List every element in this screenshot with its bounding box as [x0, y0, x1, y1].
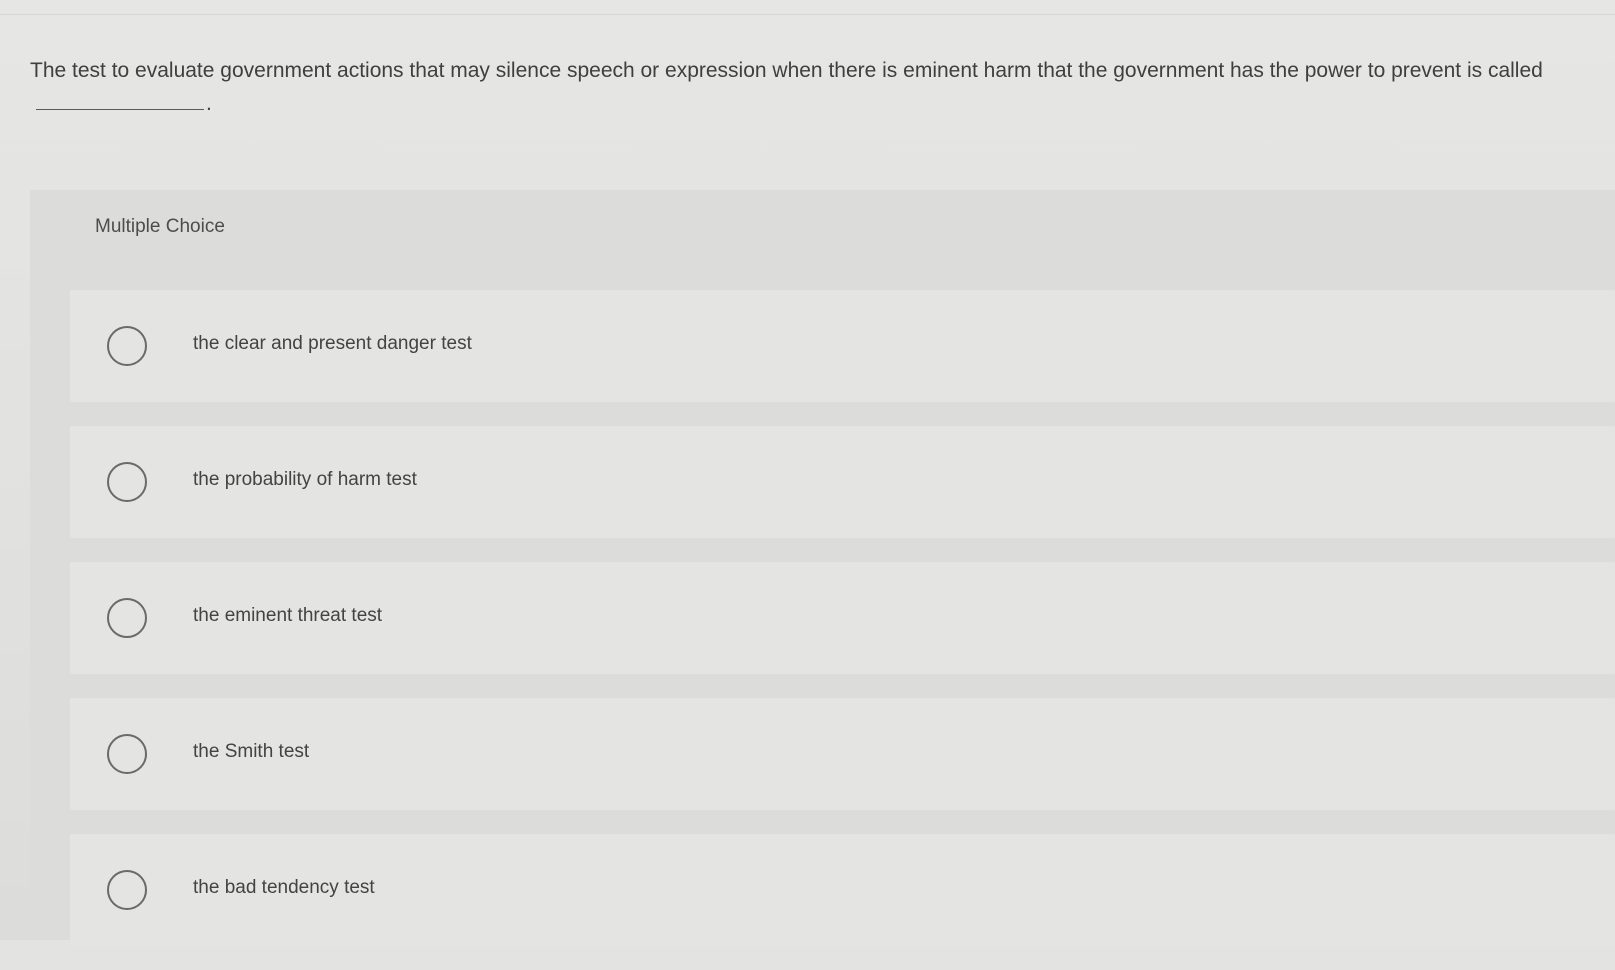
answer-option[interactable]: the eminent threat test [70, 562, 1615, 674]
top-divider [0, 14, 1615, 15]
radio-button[interactable] [107, 326, 147, 366]
question-end-punct: . [206, 92, 212, 115]
radio-button[interactable] [107, 870, 147, 910]
answer-option-label: the eminent threat test [193, 605, 383, 626]
answer-option[interactable]: the clear and present danger test [70, 290, 1615, 402]
quiz-page: The test to evaluate government actions … [0, 0, 1615, 946]
answer-option-label: the bad tendency test [193, 877, 375, 898]
answer-option[interactable]: the probability of harm test [70, 426, 1615, 538]
multiple-choice-label: Multiple Choice [95, 216, 225, 237]
question-text: The test to evaluate government actions … [30, 59, 1543, 82]
radio-button[interactable] [107, 598, 147, 638]
answer-options: the clear and present danger test the pr… [70, 290, 1615, 970]
answer-blank [36, 89, 204, 110]
radio-button[interactable] [107, 734, 147, 774]
answer-option-label: the clear and present danger test [193, 333, 472, 354]
answer-option[interactable]: the bad tendency test [70, 834, 1615, 946]
answer-option[interactable]: the Smith test [70, 698, 1615, 810]
answer-option-label: the probability of harm test [193, 469, 417, 490]
radio-button[interactable] [107, 462, 147, 502]
multiple-choice-panel: Multiple Choice the clear and present da… [30, 190, 1615, 946]
question-prompt: The test to evaluate government actions … [30, 54, 1590, 120]
answer-option-label: the Smith test [193, 741, 310, 762]
